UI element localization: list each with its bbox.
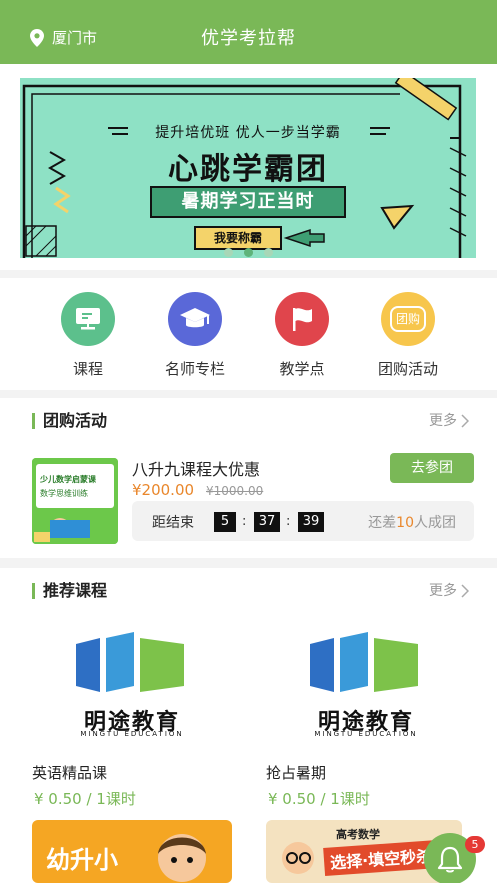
course-price: ¥ 0.50 / 1课时: [34, 790, 136, 808]
group-buy-name[interactable]: 八升九课程大优惠: [132, 456, 260, 480]
course-price: ¥ 0.50 / 1课时: [268, 790, 370, 808]
banner-dot[interactable]: [223, 248, 233, 257]
countdown-label: 距结束: [152, 515, 194, 531]
more-link[interactable]: 更多: [429, 583, 457, 599]
course-logo: 明途教育 MINGTU EDUCATION: [266, 624, 466, 744]
countdown-bar: 距结束 5 : 37 : 39 还差10人成团: [132, 501, 474, 541]
banner-cta-button[interactable]: 我要称霸: [194, 226, 282, 250]
countdown-hours: 5: [214, 512, 236, 532]
section-header: 推荐课程 更多: [0, 568, 497, 612]
thumb-caption: 少儿数学启蒙课: [40, 475, 96, 484]
category-label: 团购活动: [377, 360, 438, 378]
category-famous-teachers[interactable]: 名师专栏: [145, 292, 245, 379]
group-buy-chat-icon: 团购: [381, 292, 435, 346]
group-buy-icon-text: 团购: [390, 306, 426, 332]
top-bar: 厦门市 优学考拉帮: [0, 0, 497, 64]
category-grid: 课程 名师专栏 教学点 团购 团购活动: [0, 278, 497, 390]
course-name: 抢占暑期: [266, 764, 327, 782]
members-needed: 还差10人成团: [368, 512, 456, 532]
banner-dot[interactable]: [263, 248, 273, 257]
category-group-buy[interactable]: 团购 团购活动: [358, 292, 458, 379]
banner-section: 提升培优班 优人一步当学霸 心跳学霸团 暑期学习正当时 我要称霸: [0, 64, 497, 270]
category-label: 课程: [72, 360, 103, 378]
group-buy-original-price: ¥1000.00: [206, 484, 264, 498]
course-board-icon: [61, 292, 115, 346]
logo-text-en: MINGTU EDUCATION: [80, 730, 184, 738]
group-buy-thumb-art: [32, 458, 118, 544]
banner-pagination: [20, 248, 476, 257]
chevron-right-icon[interactable]: [461, 414, 469, 428]
more-link[interactable]: 更多: [429, 413, 457, 429]
countdown-separator: :: [286, 514, 291, 529]
members-needed-count: 10: [396, 515, 414, 531]
teacher-illustration-icon: [282, 842, 314, 874]
logo-text-en: MINGTU EDUCATION: [314, 730, 418, 738]
category-courses[interactable]: 课程: [38, 292, 138, 379]
banner-tagline: 提升培优班 优人一步当学霸: [155, 125, 341, 141]
group-buy-thumbnail[interactable]: 少儿数学启蒙课 数学思维训练: [32, 458, 118, 544]
mingtu-logo-icon: [310, 632, 418, 692]
thumb-title: 选择·填空秒杀: [323, 840, 439, 876]
course-card[interactable]: 明途教育 MINGTU EDUCATION 英语精品课 ¥ 0.50 / 1课时: [32, 624, 232, 814]
page-title: 优学考拉帮: [201, 28, 296, 49]
course-card[interactable]: 明途教育 MINGTU EDUCATION 抢占暑期 ¥ 0.50 / 1课时: [266, 624, 466, 814]
banner-dot-active[interactable]: [243, 248, 253, 257]
course-name: 英语精品课: [32, 764, 108, 782]
countdown-separator: :: [242, 514, 247, 529]
chevron-right-icon[interactable]: [461, 584, 469, 598]
section-title: 推荐课程: [32, 583, 107, 599]
countdown-minutes: 37: [254, 512, 280, 532]
course-logo: 明途教育 MINGTU EDUCATION: [32, 624, 232, 744]
category-label: 教学点: [279, 360, 325, 378]
section-title: 团购活动: [32, 413, 107, 429]
countdown-seconds: 39: [298, 512, 324, 532]
bell-icon: [437, 846, 463, 873]
child-illustration-icon: [158, 834, 206, 882]
notification-badge: 5: [465, 836, 485, 853]
group-buy-section: 团购活动 更多 少儿数学启蒙课 数学思维训练 八升九课程大优惠 ¥200.00 …: [0, 398, 497, 558]
graduation-cap-icon: [168, 292, 222, 346]
course-thumbnail[interactable]: 幼升小: [32, 820, 232, 883]
promo-banner[interactable]: 提升培优班 优人一步当学霸 心跳学霸团 暑期学习正当时 我要称霸: [20, 78, 476, 258]
thumb-caption: 高考数学: [336, 828, 380, 841]
banner-headline: 心跳学霸团: [168, 152, 328, 187]
members-needed-suffix: 人成团: [414, 515, 456, 531]
category-teaching-points[interactable]: 教学点: [252, 292, 352, 379]
group-buy-price: ¥200.00: [132, 481, 195, 499]
section-header: 团购活动 更多: [0, 398, 497, 442]
category-label: 名师专栏: [164, 360, 225, 378]
members-needed-prefix: 还差: [368, 515, 397, 531]
mingtu-logo-icon: [76, 632, 184, 692]
banner-subheadline: 暑期学习正当时: [150, 186, 346, 218]
thumb-caption: 数学思维训练: [40, 489, 88, 498]
join-group-button[interactable]: 去参团: [390, 453, 474, 483]
thumb-title: 幼升小: [46, 846, 118, 874]
flag-icon: [275, 292, 329, 346]
app-screen: 厦门市 优学考拉帮 提升培优班 优人一步当学霸 心跳学霸团 暑期学习正当时 我要…: [0, 0, 497, 883]
